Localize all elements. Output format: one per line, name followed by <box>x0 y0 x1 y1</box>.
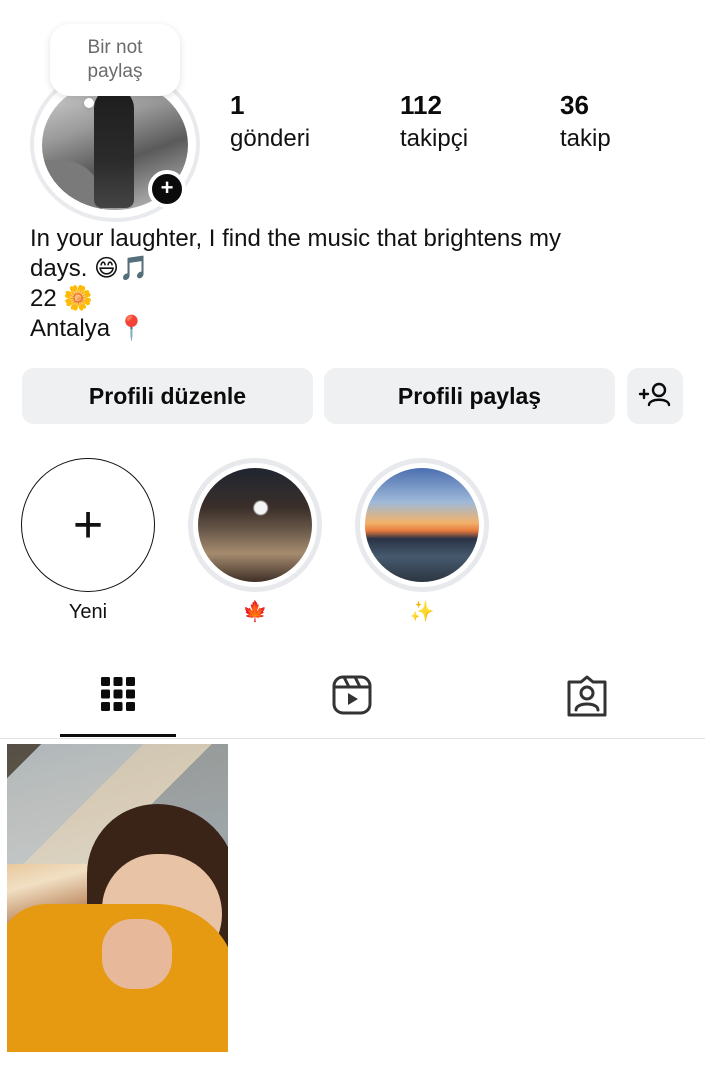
bio-location: Antalya 📍 <box>30 315 147 342</box>
bio-line: days. 😄🎵 <box>30 255 149 282</box>
tagged-icon <box>567 675 607 717</box>
tab-tagged[interactable] <box>557 668 617 728</box>
post-photo-hand <box>102 919 172 989</box>
stat-followers-value: 112 <box>400 90 442 120</box>
person-add-icon <box>638 382 671 407</box>
stat-posts-label: gönderi <box>230 125 311 152</box>
active-tab-indicator <box>60 734 176 737</box>
highlight-story-2[interactable]: ✨ <box>355 458 489 624</box>
highlight-cover-image <box>198 468 312 582</box>
grid-icon <box>101 677 135 711</box>
stat-posts-value: 1 <box>230 90 245 120</box>
post-thumbnail[interactable] <box>7 744 228 1052</box>
note-bubble[interactable]: Bir not paylaş <box>50 24 180 96</box>
tab-divider <box>0 738 705 739</box>
highlight-ring <box>188 458 322 592</box>
avatar-photo-rock <box>42 160 102 210</box>
tab-reels[interactable] <box>322 668 382 728</box>
bio-age: 22 🌼 <box>30 285 94 312</box>
note-bubble-tail <box>84 98 94 108</box>
profile-bio: In your laughter, I find the music that … <box>30 224 690 344</box>
add-story-icon[interactable]: + <box>148 170 186 208</box>
highlight-ring <box>355 458 489 592</box>
avatar-photo-figure <box>94 88 134 208</box>
stat-followers-label: takipçi <box>400 125 469 152</box>
highlight-caption: ✨ <box>409 601 435 623</box>
highlight-story-1[interactable]: 🍁 <box>188 458 322 624</box>
note-text: Bir not paylaş <box>87 37 143 82</box>
stat-following-value: 36 <box>560 90 589 120</box>
stat-posts[interactable]: 1 gönderi <box>230 88 310 156</box>
stat-following-label: takip <box>560 125 611 152</box>
highlight-cover-image <box>365 468 479 582</box>
bio-line: In your laughter, I find the music that … <box>30 225 561 252</box>
edit-profile-button[interactable]: Profili düzenle <box>22 368 313 424</box>
stat-followers[interactable]: 112 takipçi <box>400 88 468 156</box>
new-highlight-circle: + <box>21 458 155 592</box>
tab-posts-grid[interactable] <box>88 668 148 728</box>
plus-icon: + <box>72 496 104 554</box>
share-profile-button[interactable]: Profili paylaş <box>324 368 615 424</box>
discover-people-button[interactable] <box>627 368 683 424</box>
reels-icon <box>332 675 372 715</box>
highlight-caption: Yeni <box>68 601 108 623</box>
stat-following[interactable]: 36 takip <box>560 88 611 156</box>
highlight-caption: 🍁 <box>242 601 268 623</box>
highlight-new[interactable]: + Yeni <box>21 458 155 624</box>
